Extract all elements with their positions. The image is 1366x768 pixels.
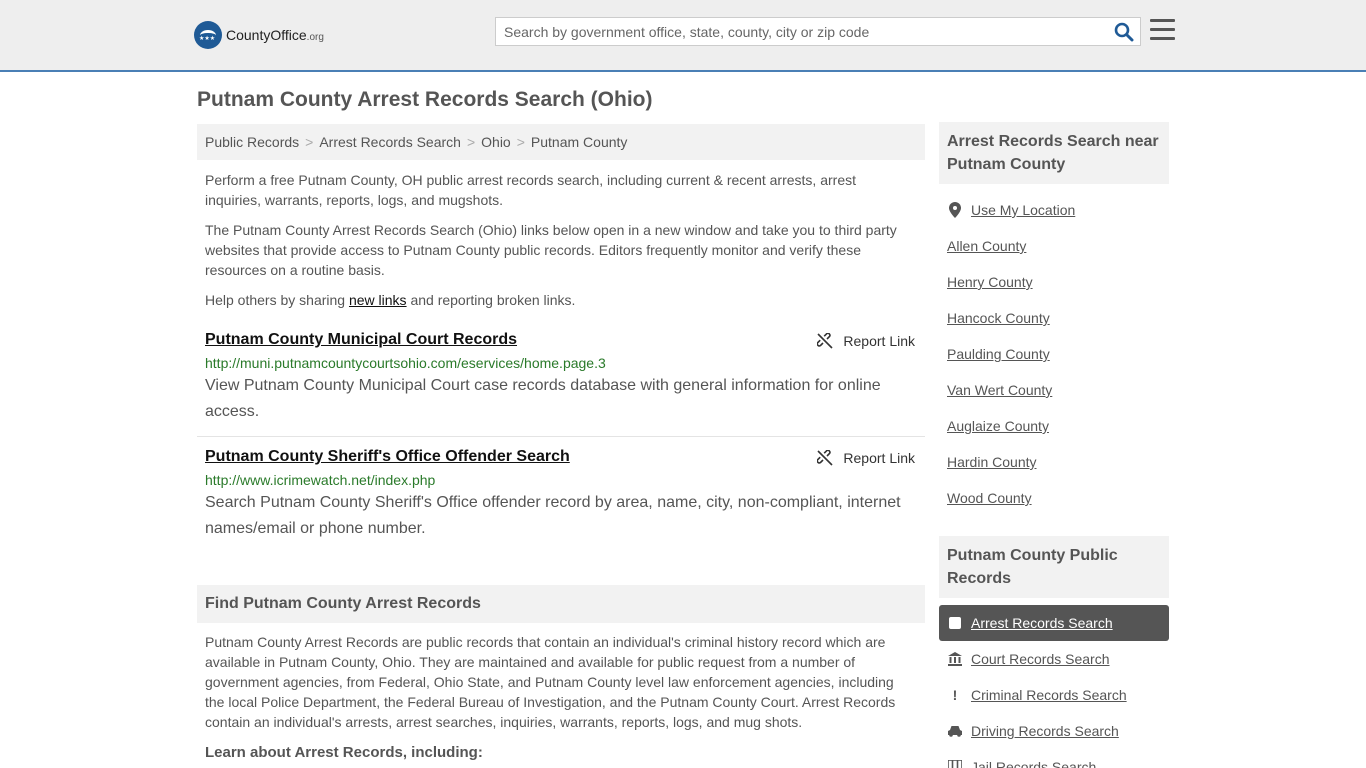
record-title-link[interactable]: Putnam County Sheriff's Office Offender … xyxy=(205,448,570,466)
search-icon[interactable] xyxy=(1114,22,1134,42)
sidebar-near-heading: Arrest Records Search near Putnam County xyxy=(939,122,1169,184)
sidebar-item-use-location[interactable]: Use My Location xyxy=(939,192,1169,228)
logo-emblem-icon xyxy=(194,21,222,49)
sidebar-near-list: Use My Location Allen County Henry Count… xyxy=(939,192,1169,516)
broken-link-icon xyxy=(817,333,833,349)
exclamation-icon: ! xyxy=(952,687,958,703)
search-bar xyxy=(495,17,1141,46)
breadcrumb: Public Records > Arrest Records Search > Ohi… xyxy=(197,124,925,160)
broken-link-icon xyxy=(817,450,833,466)
sidebar-public-list: Arrest Records Search Court Records Sear… xyxy=(939,605,1169,768)
sidebar-item-jail-records[interactable]: Jail Records Search xyxy=(939,749,1169,768)
courthouse-icon xyxy=(947,652,963,666)
sidebar-item-criminal-records[interactable]: ! Criminal Records Search xyxy=(939,677,1169,713)
new-links-link[interactable]: new links xyxy=(349,292,407,308)
sidebar-item-county[interactable]: Hardin County xyxy=(939,444,1169,480)
hamburger-menu-icon[interactable] xyxy=(1150,19,1175,41)
intro-paragraph-3: Help others by sharing new links and rep… xyxy=(205,292,576,308)
page-title: Putnam County Arrest Records Search (Ohi… xyxy=(197,88,653,111)
record-url: http://muni.putnamcountycourtsohio.com/e… xyxy=(205,355,606,371)
record-item: Putnam County Municipal Court Records Re… xyxy=(197,331,925,425)
sidebar-item-county[interactable]: Paulding County xyxy=(939,336,1169,372)
breadcrumb-putnam-county[interactable]: Putnam County xyxy=(531,134,628,150)
sidebar-item-county[interactable]: Wood County xyxy=(939,480,1169,516)
breadcrumb-arrest-records-search[interactable]: Arrest Records Search xyxy=(319,134,461,150)
jail-icon xyxy=(947,760,963,768)
intro-paragraph-2: The Putnam County Arrest Records Search … xyxy=(205,222,897,278)
breadcrumb-public-records[interactable]: Public Records xyxy=(205,134,299,150)
map-pin-icon xyxy=(947,202,963,218)
record-description: Search Putnam County Sheriff's Office of… xyxy=(205,494,901,537)
site-header: CountyOffice.org xyxy=(0,0,1366,72)
record-item: Putnam County Sheriff's Office Offender … xyxy=(197,448,925,542)
sidebar-public-heading: Putnam County Public Records xyxy=(939,536,1169,598)
search-input[interactable] xyxy=(496,18,1106,45)
sidebar-item-county[interactable]: Van Wert County xyxy=(939,372,1169,408)
find-records-heading: Find Putnam County Arrest Records xyxy=(197,585,925,623)
report-link-button[interactable]: Report Link xyxy=(817,450,915,466)
breadcrumb-ohio[interactable]: Ohio xyxy=(481,134,511,150)
sidebar-item-court-records[interactable]: Court Records Search xyxy=(939,641,1169,677)
find-records-text: Putnam County Arrest Records are public … xyxy=(205,634,896,730)
sidebar-item-county[interactable]: Henry County xyxy=(939,264,1169,300)
checkbox-icon xyxy=(947,617,963,629)
record-url: http://www.icrimewatch.net/index.php xyxy=(205,472,436,488)
logo-text: CountyOffice.org xyxy=(226,27,324,43)
record-divider xyxy=(197,436,925,437)
record-title-link[interactable]: Putnam County Municipal Court Records xyxy=(205,331,517,349)
sidebar-item-county[interactable]: Auglaize County xyxy=(939,408,1169,444)
record-description: View Putnam County Municipal Court case … xyxy=(205,377,881,420)
sidebar-item-county[interactable]: Hancock County xyxy=(939,300,1169,336)
site-logo[interactable]: CountyOffice.org xyxy=(194,20,324,50)
sidebar-item-county[interactable]: Allen County xyxy=(939,228,1169,264)
intro-paragraph-1: Perform a free Putnam County, OH public … xyxy=(205,172,856,208)
car-icon xyxy=(947,725,963,737)
sidebar-item-driving-records[interactable]: Driving Records Search xyxy=(939,713,1169,749)
sidebar-item-arrest-records[interactable]: Arrest Records Search xyxy=(939,605,1169,641)
report-link-button[interactable]: Report Link xyxy=(817,333,915,349)
learn-heading: Learn about Arrest Records, including: xyxy=(205,744,483,761)
